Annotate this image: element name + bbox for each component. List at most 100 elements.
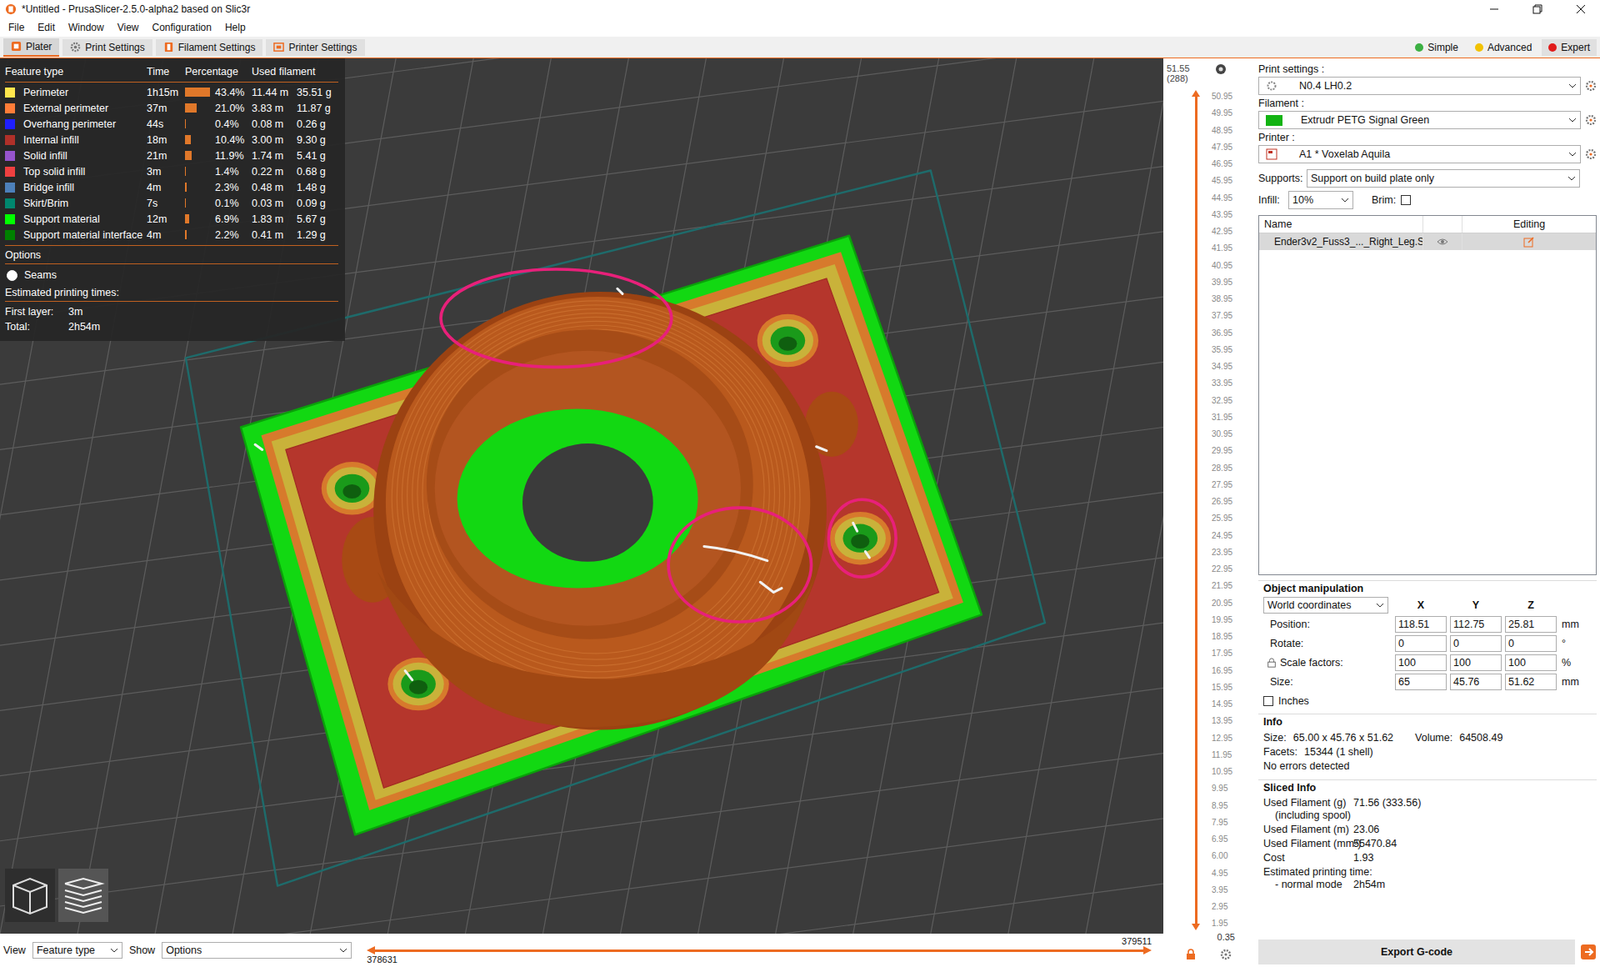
tab[interactable]: Plater bbox=[3, 38, 60, 57]
menu-item[interactable]: Help bbox=[220, 20, 251, 35]
cube-icon[interactable] bbox=[5, 868, 55, 922]
color-swatch bbox=[5, 166, 15, 177]
feature-time: 4m bbox=[146, 181, 185, 194]
percentage-fill bbox=[185, 87, 210, 97]
menu-item[interactable]: Configuration bbox=[147, 20, 217, 35]
legend-option[interactable]: Seams bbox=[5, 266, 339, 284]
legend-row[interactable]: Top solid infill3m1.4%0.22 m0.68 g bbox=[5, 163, 339, 180]
export-gcode-button[interactable]: Export G-code bbox=[1258, 939, 1575, 965]
value-input[interactable]: 25.81 bbox=[1505, 615, 1557, 633]
menu-bar: FileEditWindowViewConfigurationHelp bbox=[0, 18, 1600, 37]
sliced-label: Estimated printing time: bbox=[1263, 865, 1373, 878]
brim-checkbox[interactable] bbox=[1400, 195, 1411, 205]
value-input[interactable]: 118.51 bbox=[1395, 615, 1447, 633]
unit-label: mm bbox=[1560, 675, 1585, 688]
column-header[interactable]: Editing bbox=[1461, 215, 1596, 233]
options-title: Options bbox=[5, 249, 339, 261]
menu-item[interactable]: File bbox=[3, 20, 30, 35]
value-input[interactable]: 51.62 bbox=[1505, 673, 1557, 690]
inches-checkbox[interactable] bbox=[1263, 695, 1274, 706]
value-input[interactable]: 65 bbox=[1395, 673, 1447, 690]
legend-row[interactable]: Perimeter1h15m43.4%11.44 m35.51 g bbox=[5, 84, 339, 100]
restore-icon[interactable] bbox=[1518, 0, 1557, 19]
bottom-thumb-icon[interactable] bbox=[1191, 923, 1200, 930]
tab[interactable]: Print Settings bbox=[62, 39, 152, 56]
value-input[interactable]: 0 bbox=[1505, 635, 1557, 652]
legend-row[interactable]: Internal infill18m10.4%3.00 m9.30 g bbox=[5, 131, 339, 148]
mode-button[interactable]: Expert bbox=[1541, 39, 1597, 56]
edit-preset-icon[interactable] bbox=[1585, 80, 1597, 92]
left-thumb-icon[interactable] bbox=[366, 945, 375, 955]
mode-button[interactable]: Advanced bbox=[1468, 39, 1539, 56]
infill-dropdown[interactable]: 10% bbox=[1288, 190, 1354, 210]
axis-label: X bbox=[1395, 599, 1447, 611]
feature-name: Perimeter bbox=[23, 86, 147, 99]
lock-icon[interactable] bbox=[1266, 657, 1277, 668]
value-input[interactable]: 100 bbox=[1505, 654, 1557, 671]
legend-row[interactable]: Skirt/Brim7s0.1%0.03 m0.09 g bbox=[5, 195, 339, 211]
legend-row[interactable]: Support material12m6.9%1.83 m5.67 g bbox=[5, 210, 339, 227]
manipulation-label: Size: bbox=[1263, 675, 1392, 688]
menu-item[interactable]: Window bbox=[63, 20, 110, 35]
legend-row[interactable]: Overhang perimeter44s0.4%0.08 m0.26 g bbox=[5, 115, 339, 132]
menu-item[interactable]: Edit bbox=[32, 20, 60, 35]
column-header[interactable]: Name bbox=[1259, 218, 1423, 230]
mode-button[interactable]: Simple bbox=[1408, 39, 1465, 56]
coordinates-dropdown[interactable]: World coordinates bbox=[1263, 596, 1389, 614]
value-input[interactable]: 0 bbox=[1450, 635, 1502, 652]
sliced-info-row: Estimated printing time:- normal mode2h5… bbox=[1263, 865, 1597, 890]
preset-dropdown[interactable]: A1 * Voxelab Aquila bbox=[1258, 145, 1581, 164]
value-input[interactable]: 100 bbox=[1395, 654, 1447, 671]
object-row[interactable]: Ender3v2_Fuss3_..._Right_Leg.STL bbox=[1259, 233, 1596, 250]
legend-row[interactable]: Solid infill21m11.9%1.74 m5.41 g bbox=[5, 147, 339, 164]
chevron-down-icon bbox=[1375, 602, 1385, 608]
layer-tick: 47.95 bbox=[1211, 142, 1254, 152]
layer-tick: 15.95 bbox=[1211, 682, 1254, 692]
legend-row[interactable]: Bridge infill4m2.3%0.48 m1.48 g bbox=[5, 179, 339, 195]
value-input[interactable]: 0 bbox=[1395, 635, 1447, 652]
percentage-fill bbox=[185, 214, 190, 224]
add-color-change-icon[interactable] bbox=[1215, 63, 1227, 75]
close-icon[interactable] bbox=[1561, 0, 1600, 19]
right-thumb-icon[interactable] bbox=[1143, 945, 1152, 955]
tab-label: Printer Settings bbox=[288, 41, 357, 54]
3d-preview[interactable]: Feature typeTimePercentageUsed filamentP… bbox=[0, 58, 1164, 934]
edit-preset-icon[interactable] bbox=[1585, 114, 1597, 126]
legend-row[interactable]: External perimeter37m21.0%3.83 m11.87 g bbox=[5, 100, 339, 116]
value-input[interactable]: 100 bbox=[1450, 654, 1502, 671]
inches-row[interactable]: Inches bbox=[1263, 695, 1597, 707]
group-title: Object manipulation bbox=[1263, 582, 1597, 595]
edit-icon[interactable] bbox=[1523, 235, 1535, 248]
layers-icon[interactable] bbox=[58, 868, 109, 922]
tab[interactable]: Printer Settings bbox=[265, 39, 365, 56]
view-dropdown[interactable]: Feature type bbox=[32, 941, 123, 959]
show-dropdown[interactable]: Options bbox=[161, 941, 352, 959]
legend-swatch bbox=[5, 230, 24, 240]
menu-item[interactable]: View bbox=[112, 20, 145, 35]
supports-dropdown[interactable]: Support on build plate only bbox=[1306, 169, 1580, 188]
cog-icon[interactable] bbox=[1220, 948, 1232, 960]
sliced-info-row: Used Filament (m)23.06 bbox=[1263, 822, 1597, 835]
preset-dropdown[interactable]: N0.4 LH0.2 bbox=[1258, 76, 1581, 95]
top-thumb-icon[interactable] bbox=[1191, 90, 1200, 97]
mode-label: Simple bbox=[1427, 41, 1459, 54]
horizontal-slider[interactable]: 379511378631 bbox=[366, 935, 1152, 965]
value-input[interactable]: 45.76 bbox=[1450, 673, 1502, 690]
lock-icon[interactable] bbox=[1185, 948, 1197, 960]
percentage-track bbox=[185, 182, 210, 192]
visibility-cell bbox=[1422, 233, 1462, 250]
eye-icon[interactable] bbox=[1436, 235, 1449, 248]
preset-dropdown[interactable]: Extrudr PETG Signal Green bbox=[1258, 110, 1581, 130]
tab[interactable]: Filament Settings bbox=[155, 39, 264, 56]
feature-length: 0.41 m bbox=[251, 229, 297, 241]
percentage-track bbox=[185, 166, 210, 176]
percentage-track bbox=[185, 214, 210, 224]
chevron-down-icon bbox=[1340, 197, 1350, 203]
send-gcode-icon[interactable] bbox=[1580, 943, 1597, 960]
edit-preset-icon[interactable] bbox=[1585, 148, 1597, 160]
layer-slider[interactable]: 51.55(288)50.9549.9548.9547.9546.9545.95… bbox=[1163, 58, 1254, 967]
legend-row[interactable]: Support material interface4m2.2%0.41 m1.… bbox=[5, 226, 339, 243]
chevron-down-icon bbox=[1568, 117, 1577, 123]
value-input[interactable]: 112.75 bbox=[1450, 615, 1502, 633]
minimize-icon[interactable] bbox=[1475, 0, 1514, 19]
